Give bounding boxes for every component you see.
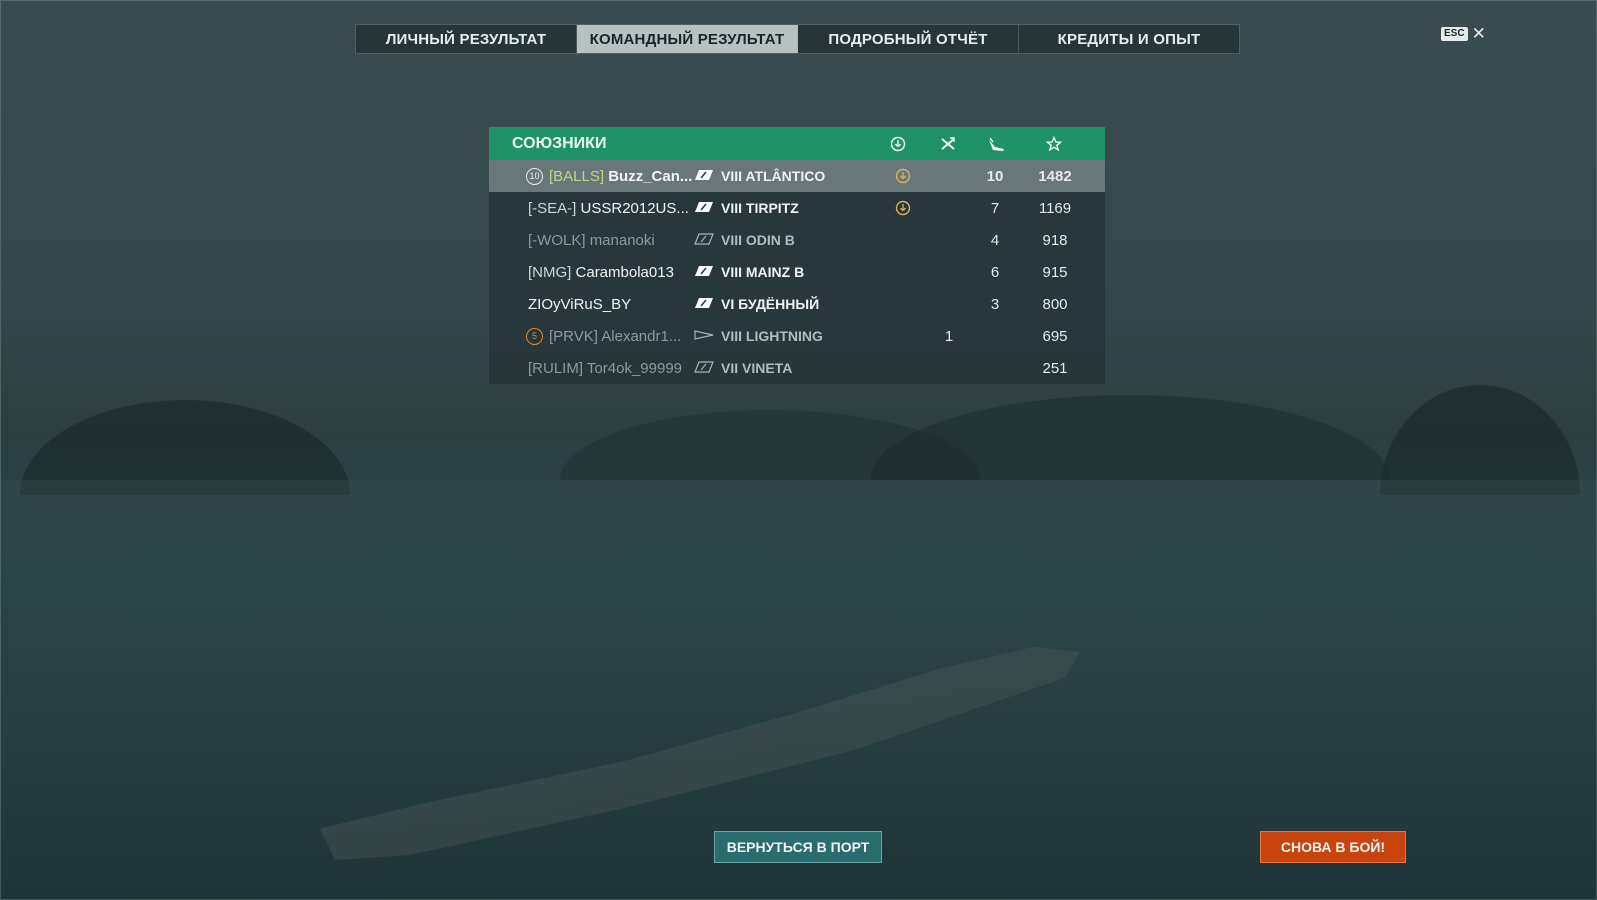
battleship-class-icon bbox=[695, 298, 713, 308]
ship-name: VIII ODIN B bbox=[721, 232, 795, 248]
base-capture-icon bbox=[889, 135, 907, 153]
ships-destroyed-value: 7 bbox=[990, 199, 1000, 217]
ship-name: VI БУДЁННЫЙ bbox=[721, 296, 820, 312]
clan-tag: [BALLS] bbox=[549, 167, 605, 185]
ships-destroyed-value: 6 bbox=[990, 263, 1000, 281]
clan-tag: [-WOLK] bbox=[528, 231, 586, 249]
rank-badge: 5 bbox=[526, 327, 543, 345]
clan-tag: [NMG] bbox=[528, 263, 572, 281]
battleship-class-icon bbox=[695, 170, 713, 180]
planes-shot-value: 1 bbox=[944, 327, 954, 345]
clan-tag: [PRVK] bbox=[549, 327, 598, 345]
battleship-class-icon bbox=[695, 266, 713, 276]
ship-name: VIII ATLÂNTICO bbox=[721, 168, 826, 184]
base-xp-value: 918 bbox=[1042, 231, 1068, 249]
base-xp-value: 1169 bbox=[1038, 199, 1072, 217]
ship-name: VIII MAINZ B bbox=[721, 264, 805, 280]
ship-name: VII VINETA bbox=[721, 360, 793, 376]
table-row[interactable]: [NMG] Carambola013 VIII MAINZ B 6 915 bbox=[489, 256, 1105, 288]
table-row[interactable]: ZIOyViRuS_BY VI БУДЁННЫЙ 3 800 bbox=[489, 288, 1105, 320]
player-name: [BALLS] Buzz_Can... bbox=[549, 168, 692, 185]
table-row[interactable]: [-WOLK] mananoki VIII ODIN B 4 918 bbox=[489, 224, 1105, 256]
close-button[interactable]: ESC ✕ bbox=[1441, 25, 1486, 42]
table-row[interactable]: 10 [BALLS] Buzz_Can... VIII ATLÂNTICO 10… bbox=[489, 160, 1105, 192]
clan-tag: [-SEA-] bbox=[528, 199, 577, 217]
ships-destroyed-value: 10 bbox=[986, 167, 1004, 185]
player-name: [-WOLK] mananoki bbox=[528, 232, 655, 249]
clan-tag: [RULIM] bbox=[528, 359, 584, 377]
battle-again-button[interactable]: СНОВА В БОЙ! bbox=[1260, 831, 1406, 863]
cruiser-class-outline-icon bbox=[694, 361, 714, 373]
ships-destroyed-icon bbox=[987, 135, 1005, 153]
base-xp-value: 251 bbox=[1042, 359, 1068, 377]
base-xp-value: 915 bbox=[1042, 263, 1068, 281]
medal-icon bbox=[895, 200, 911, 216]
tab-detailed-report[interactable]: ПОДРОБНЫЙ ОТЧЁТ bbox=[798, 25, 1019, 53]
esc-key-hint: ESC bbox=[1441, 27, 1468, 41]
ship-name: VIII TIRPITZ bbox=[721, 200, 799, 216]
rank-badge: 10 bbox=[526, 167, 543, 185]
player-nickname: USSR2012US... bbox=[580, 199, 689, 217]
battleship-class-outline-icon bbox=[694, 233, 714, 245]
table-header: СОЮЗНИКИ bbox=[489, 127, 1105, 160]
ships-destroyed-value: 4 bbox=[990, 231, 1000, 249]
player-nickname: ZIOyViRuS_BY bbox=[528, 295, 632, 313]
player-name: [PRVK] Alexandr1... bbox=[549, 328, 681, 345]
table-row[interactable]: [RULIM] Tor4ok_99999 VII VINETA 251 bbox=[489, 352, 1105, 384]
planes-shot-icon bbox=[939, 135, 957, 153]
tab-personal-result[interactable]: ЛИЧНЫЙ РЕЗУЛЬТАТ bbox=[356, 25, 577, 53]
tab-credits-xp[interactable]: КРЕДИТЫ И ОПЫТ bbox=[1019, 25, 1239, 53]
table-row[interactable]: 5 [PRVK] Alexandr1... VIII LIGHTNING 1 6… bbox=[489, 320, 1105, 352]
player-name: [-SEA-] USSR2012US... bbox=[528, 200, 689, 217]
player-nickname: Tor4ok_99999 bbox=[586, 359, 682, 377]
base-xp-value: 695 bbox=[1042, 327, 1068, 345]
table-row[interactable]: [-SEA-] USSR2012US... VIII TIRPITZ 7 116… bbox=[489, 192, 1105, 224]
ship-name: VIII LIGHTNING bbox=[721, 328, 823, 344]
player-name: [RULIM] Tor4ok_99999 bbox=[528, 360, 682, 377]
team-results-table: СОЮЗНИКИ 10 [BALLS] Buzz_Can... VIII ATL… bbox=[489, 127, 1105, 384]
player-nickname: Alexandr1... bbox=[601, 327, 682, 345]
player-nickname: Carambola013 bbox=[575, 263, 674, 281]
base-xp-star-icon bbox=[1045, 135, 1063, 153]
player-name: ZIOyViRuS_BY bbox=[528, 296, 631, 313]
player-nickname: Buzz_Can... bbox=[608, 167, 693, 185]
base-xp-value: 800 bbox=[1042, 295, 1068, 313]
results-tabs: ЛИЧНЫЙ РЕЗУЛЬТАТ КОМАНДНЫЙ РЕЗУЛЬТАТ ПОД… bbox=[355, 24, 1240, 54]
battleship-class-icon bbox=[695, 202, 713, 212]
tab-team-result[interactable]: КОМАНДНЫЙ РЕЗУЛЬТАТ bbox=[577, 25, 798, 53]
close-icon[interactable]: ✕ bbox=[1472, 25, 1486, 42]
destroyer-class-outline-icon bbox=[694, 330, 714, 340]
player-nickname: mananoki bbox=[589, 231, 655, 249]
return-to-port-button[interactable]: ВЕРНУТЬСЯ В ПОРТ bbox=[714, 831, 882, 863]
player-name: [NMG] Carambola013 bbox=[528, 264, 674, 281]
medal-icon bbox=[895, 168, 911, 184]
ships-destroyed-value: 3 bbox=[990, 295, 1000, 313]
base-xp-value: 1482 bbox=[1038, 167, 1072, 185]
allies-title: СОЮЗНИКИ bbox=[512, 134, 607, 152]
